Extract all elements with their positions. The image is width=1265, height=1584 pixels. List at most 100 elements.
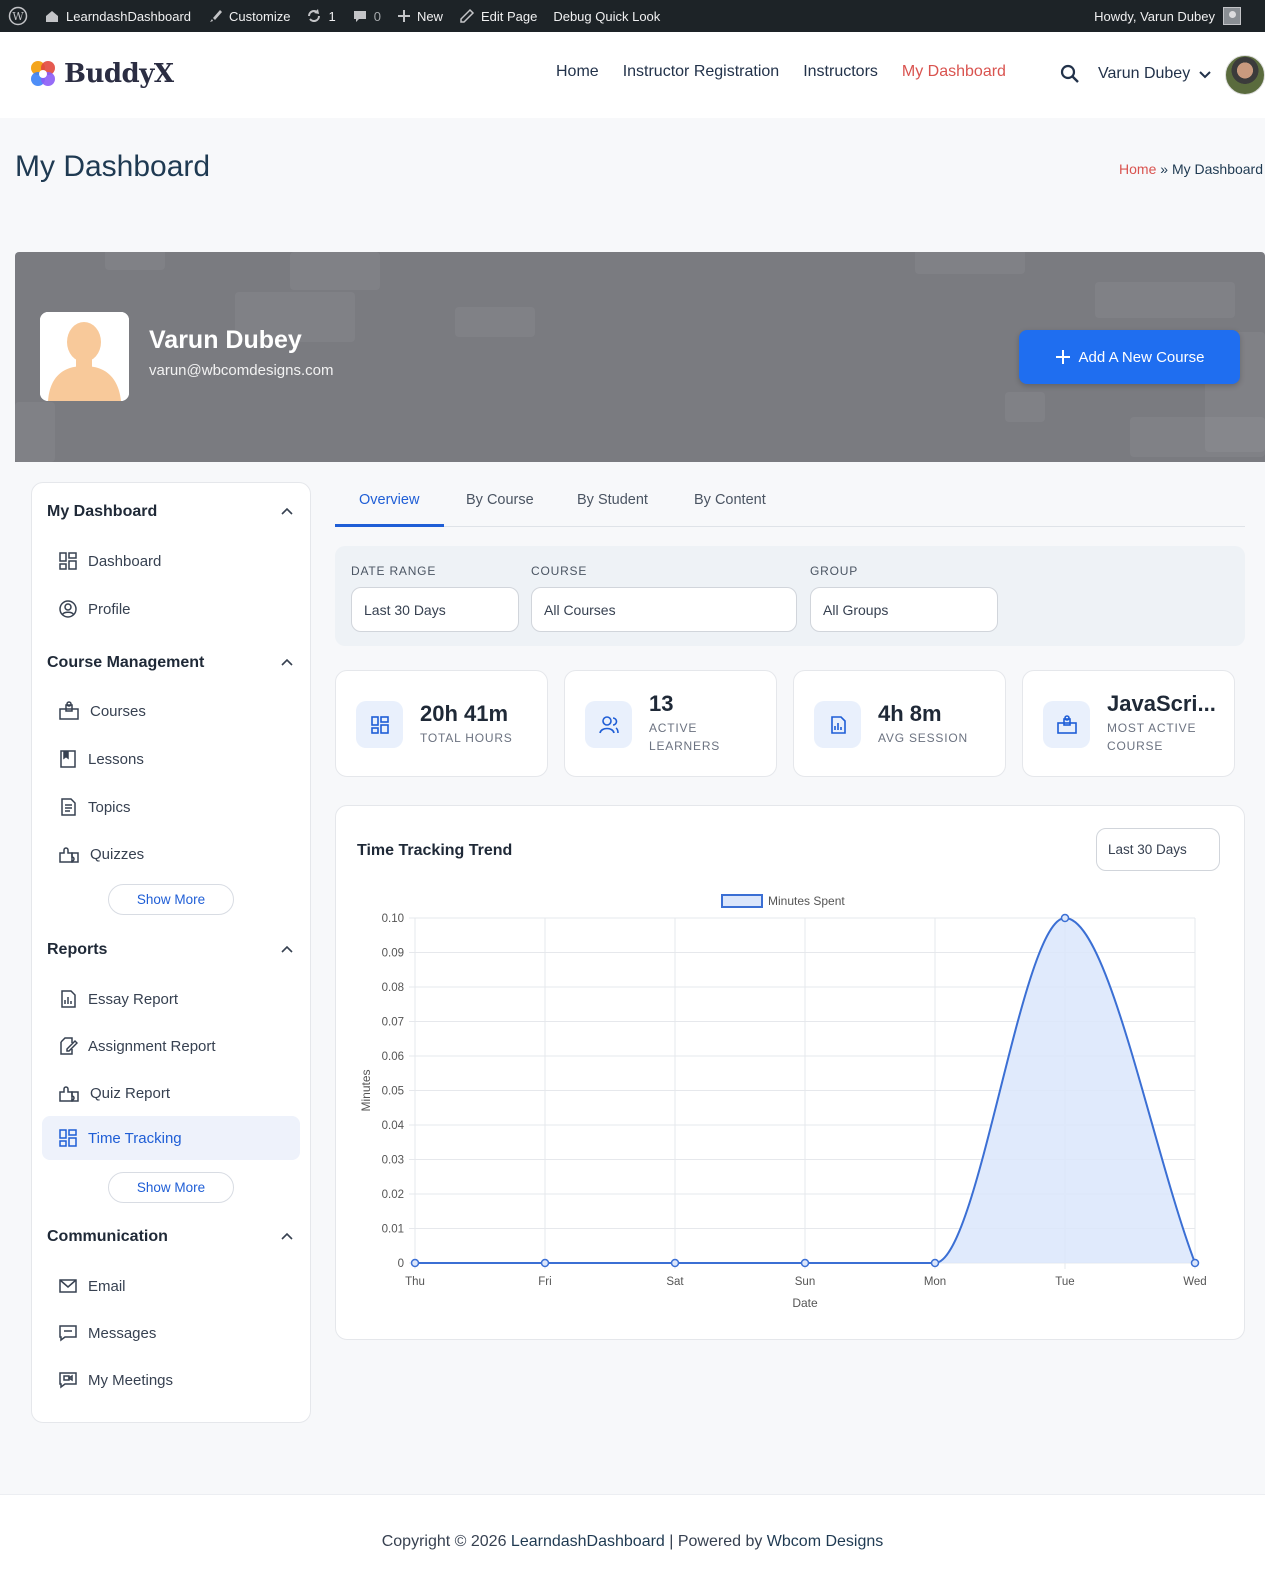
sidebar-item-assignment-report[interactable]: Assignment Report bbox=[42, 1024, 300, 1068]
sidebar-item-label: Topics bbox=[88, 798, 131, 816]
chevron-up-icon[interactable] bbox=[280, 943, 294, 957]
course-select[interactable]: All Courses bbox=[531, 587, 797, 632]
stat-card-avg-session: 4h 8m AVG SESSION bbox=[793, 670, 1006, 777]
admin-edit-page[interactable]: Edit Page bbox=[451, 0, 545, 32]
pencil-icon bbox=[460, 8, 475, 23]
sidebar-item-profile[interactable]: Profile bbox=[42, 587, 300, 631]
dashboard-icon bbox=[59, 552, 77, 570]
legend-label: Minutes Spent bbox=[768, 894, 845, 908]
page-header: My Dashboard Home » My Dashboard bbox=[0, 118, 1265, 218]
sidebar-section-reports[interactable]: Reports bbox=[47, 941, 107, 959]
sidebar-item-email[interactable]: Email bbox=[42, 1264, 300, 1308]
data-point bbox=[1060, 913, 1070, 923]
sidebar-item-quizzes[interactable]: Quizzes bbox=[42, 832, 300, 876]
show-more-button[interactable]: Show More bbox=[108, 884, 234, 915]
sidebar-item-courses[interactable]: Courses bbox=[42, 689, 300, 733]
courses-icon bbox=[59, 701, 79, 720]
nav-instructors[interactable]: Instructors bbox=[803, 63, 878, 81]
data-point bbox=[930, 1258, 940, 1268]
nav-home[interactable]: Home bbox=[556, 63, 599, 81]
footer-powered-link[interactable]: Wbcom Designs bbox=[767, 1533, 883, 1550]
user-menu[interactable]: Varun Dubey bbox=[1098, 65, 1212, 83]
user-menu-name: Varun Dubey bbox=[1098, 65, 1191, 82]
chevron-up-icon[interactable] bbox=[280, 656, 294, 670]
x-axis-title: Date bbox=[792, 1296, 818, 1310]
sidebar-item-quiz-report[interactable]: Quiz Report bbox=[42, 1071, 300, 1115]
stat-value: 4h 8m bbox=[878, 701, 942, 726]
tab-by-student[interactable]: By Student bbox=[577, 492, 648, 508]
x-tick-label: Thu bbox=[405, 1276, 425, 1288]
sidebar-item-messages[interactable]: Messages bbox=[42, 1311, 300, 1355]
time-tracking-chart: 0 0.01 0.02 0.03 0.04 0.05 0.06 0.07 0.08 0.09 0.1… bbox=[359, 894, 1207, 1310]
nav-instructor-registration[interactable]: Instructor Registration bbox=[623, 63, 780, 81]
stat-label-line: ACTIVE bbox=[649, 721, 698, 735]
breadcrumb-current: My Dashboard bbox=[1171, 161, 1263, 177]
sidebar-item-label: Dashboard bbox=[88, 552, 162, 570]
admin-updates[interactable]: 1 bbox=[298, 0, 343, 32]
filters-panel: DATE RANGE Last 30 Days COURSE All Cours… bbox=[335, 546, 1245, 646]
site-footer: Copyright © 2026 LearndashDashboard | Po… bbox=[0, 1494, 1265, 1584]
admin-account[interactable]: Howdy, Varun Dubey bbox=[1094, 0, 1241, 32]
wordpress-logo-icon[interactable]: W bbox=[0, 0, 36, 32]
chevron-up-icon[interactable] bbox=[280, 505, 294, 519]
admin-comments[interactable]: 0 bbox=[344, 0, 389, 32]
sidebar-item-label: Time Tracking bbox=[88, 1129, 182, 1147]
legend-swatch bbox=[721, 894, 763, 908]
time-tracking-icon bbox=[59, 1129, 77, 1147]
home-icon bbox=[46, 11, 58, 22]
y-tick-label: 0.09 bbox=[382, 948, 404, 960]
sidebar-item-essay-report[interactable]: Essay Report bbox=[42, 977, 300, 1021]
admin-bar: W LearndashDashboard Customize 1 0 New E… bbox=[0, 0, 1265, 32]
data-point bbox=[410, 1258, 420, 1268]
breadcrumb-home[interactable]: Home bbox=[1119, 161, 1156, 177]
grid-icon bbox=[356, 701, 403, 748]
y-tick-label: 0.01 bbox=[382, 1224, 404, 1236]
y-tick-label: 0.03 bbox=[382, 1155, 404, 1167]
sidebar-item-label: Assignment Report bbox=[88, 1037, 216, 1055]
user-avatar[interactable] bbox=[1225, 55, 1265, 95]
footer-site-link[interactable]: LearndashDashboard bbox=[511, 1533, 665, 1550]
add-new-course-button[interactable]: Add A New Course bbox=[1019, 330, 1240, 384]
tab-by-course[interactable]: By Course bbox=[466, 492, 534, 508]
dashboard-content: My Dashboard Dashboard Profile Course Ma… bbox=[15, 462, 1265, 1444]
stat-card-total-hours: 20h 41m TOTAL HOURS bbox=[335, 670, 548, 777]
x-tick-label: Tue bbox=[1055, 1276, 1074, 1288]
sidebar-item-topics[interactable]: Topics bbox=[42, 785, 300, 829]
admin-new[interactable]: New bbox=[389, 0, 451, 32]
profile-icon bbox=[59, 600, 77, 618]
sidebar-item-lessons[interactable]: Lessons bbox=[42, 737, 300, 781]
date-range-select[interactable]: Last 30 Days bbox=[351, 587, 519, 632]
sidebar-item-dashboard[interactable]: Dashboard bbox=[42, 539, 300, 583]
sidebar-item-label: Essay Report bbox=[88, 990, 179, 1008]
sidebar-section-course-management[interactable]: Course Management bbox=[47, 654, 204, 672]
group-select[interactable]: All Groups bbox=[810, 587, 998, 632]
admin-debug-label: Debug Quick Look bbox=[553, 8, 661, 24]
lessons-icon bbox=[60, 750, 76, 768]
stat-label: TOTAL HOURS bbox=[420, 731, 513, 745]
tab-by-content[interactable]: By Content bbox=[694, 492, 766, 508]
admin-customize[interactable]: Customize bbox=[199, 0, 298, 32]
show-more-button[interactable]: Show More bbox=[108, 1172, 234, 1203]
search-icon[interactable] bbox=[1060, 64, 1080, 89]
stat-value: 13 bbox=[649, 691, 674, 716]
x-tick-label: Wed bbox=[1183, 1276, 1206, 1288]
sidebar-section-communication[interactable]: Communication bbox=[47, 1228, 168, 1246]
stat-label: MOST ACTIVE COURSE bbox=[1107, 719, 1196, 755]
nav-my-dashboard[interactable]: My Dashboard bbox=[902, 63, 1006, 81]
admin-debug[interactable]: Debug Quick Look bbox=[545, 0, 668, 32]
sidebar-item-label: Quizzes bbox=[90, 845, 145, 863]
dashboard-sidebar: My Dashboard Dashboard Profile Course Ma… bbox=[31, 482, 311, 1423]
main-nav: Home Instructor Registration Instructors… bbox=[556, 63, 1006, 81]
footer-prefix: Copyright © 2026 bbox=[381, 1533, 511, 1550]
admin-site-name[interactable]: LearndashDashboard bbox=[36, 0, 199, 32]
sidebar-item-my-meetings[interactable]: My Meetings bbox=[42, 1358, 300, 1402]
stat-label-line: MOST ACTIVE bbox=[1107, 721, 1197, 735]
admin-howdy: Howdy, Varun Dubey bbox=[1094, 8, 1215, 24]
report-tabs: Overview By Course By Student By Content bbox=[335, 482, 1245, 527]
site-logo[interactable]: BuddyX bbox=[26, 57, 174, 91]
sidebar-section-my-dashboard[interactable]: My Dashboard bbox=[47, 503, 157, 521]
sidebar-item-time-tracking[interactable]: Time Tracking bbox=[42, 1116, 300, 1160]
chevron-up-icon[interactable] bbox=[280, 1230, 294, 1244]
tab-overview[interactable]: Overview bbox=[359, 492, 419, 508]
stat-label: ACTIVE LEARNERS bbox=[649, 719, 720, 755]
